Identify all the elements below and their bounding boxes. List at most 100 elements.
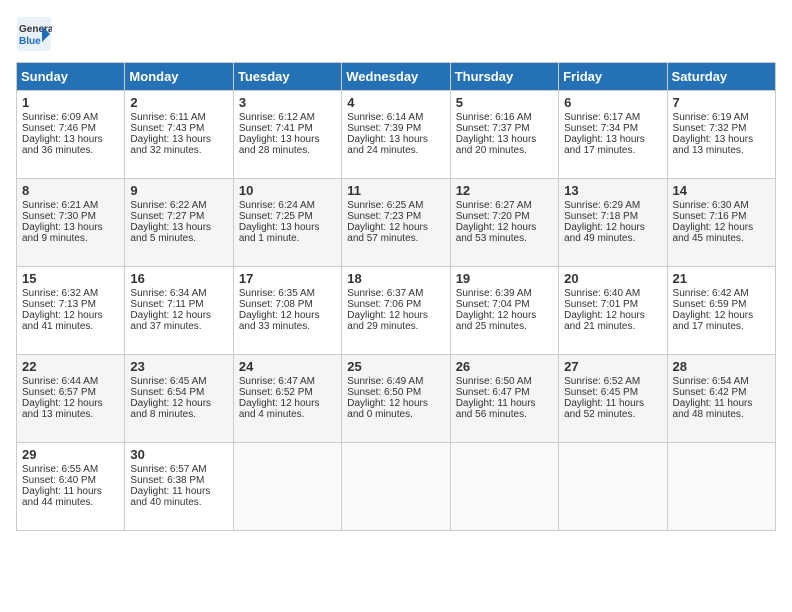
day-number: 4 xyxy=(347,95,444,110)
day-number: 27 xyxy=(564,359,661,374)
col-header-friday: Friday xyxy=(559,63,667,91)
sunrise-line: Sunrise: 6:37 AM xyxy=(347,288,444,299)
calendar-table: SundayMondayTuesdayWednesdayThursdayFrid… xyxy=(16,62,776,531)
daylight-line: Daylight: 13 hours xyxy=(130,134,227,145)
calendar-cell: 26Sunrise: 6:50 AMSunset: 6:47 PMDayligh… xyxy=(450,355,558,443)
daylight-line: Daylight: 11 hours xyxy=(564,398,661,409)
daylight-line: and 13 minutes. xyxy=(22,409,119,420)
svg-text:Blue: Blue xyxy=(19,36,41,47)
calendar-cell: 4Sunrise: 6:14 AMSunset: 7:39 PMDaylight… xyxy=(342,91,450,179)
week-row-2: 8Sunrise: 6:21 AMSunset: 7:30 PMDaylight… xyxy=(17,179,776,267)
sunset-line: Sunset: 6:50 PM xyxy=(347,387,444,398)
daylight-line: and 24 minutes. xyxy=(347,145,444,156)
daylight-line: and 20 minutes. xyxy=(456,145,553,156)
sunrise-line: Sunrise: 6:30 AM xyxy=(673,200,770,211)
col-header-monday: Monday xyxy=(125,63,233,91)
day-number: 3 xyxy=(239,95,336,110)
daylight-line: and 52 minutes. xyxy=(564,409,661,420)
calendar-cell: 21Sunrise: 6:42 AMSunset: 6:59 PMDayligh… xyxy=(667,267,775,355)
sunset-line: Sunset: 7:25 PM xyxy=(239,211,336,222)
daylight-line: Daylight: 13 hours xyxy=(130,222,227,233)
sunrise-line: Sunrise: 6:54 AM xyxy=(673,376,770,387)
day-number: 5 xyxy=(456,95,553,110)
calendar-cell: 12Sunrise: 6:27 AMSunset: 7:20 PMDayligh… xyxy=(450,179,558,267)
sunset-line: Sunset: 6:59 PM xyxy=(673,299,770,310)
sunset-line: Sunset: 7:41 PM xyxy=(239,123,336,134)
sunset-line: Sunset: 7:18 PM xyxy=(564,211,661,222)
sunrise-line: Sunrise: 6:11 AM xyxy=(130,112,227,123)
day-number: 22 xyxy=(22,359,119,374)
daylight-line: Daylight: 13 hours xyxy=(22,134,119,145)
day-number: 23 xyxy=(130,359,227,374)
calendar-cell xyxy=(667,443,775,531)
calendar-cell: 15Sunrise: 6:32 AMSunset: 7:13 PMDayligh… xyxy=(17,267,125,355)
sunset-line: Sunset: 7:20 PM xyxy=(456,211,553,222)
sunrise-line: Sunrise: 6:32 AM xyxy=(22,288,119,299)
daylight-line: Daylight: 12 hours xyxy=(564,310,661,321)
calendar-cell: 9Sunrise: 6:22 AMSunset: 7:27 PMDaylight… xyxy=(125,179,233,267)
day-number: 11 xyxy=(347,183,444,198)
sunrise-line: Sunrise: 6:55 AM xyxy=(22,464,119,475)
calendar-cell: 23Sunrise: 6:45 AMSunset: 6:54 PMDayligh… xyxy=(125,355,233,443)
calendar-cell xyxy=(233,443,341,531)
sunset-line: Sunset: 7:37 PM xyxy=(456,123,553,134)
sunrise-line: Sunrise: 6:14 AM xyxy=(347,112,444,123)
sunset-line: Sunset: 7:13 PM xyxy=(22,299,119,310)
sunrise-line: Sunrise: 6:12 AM xyxy=(239,112,336,123)
sunset-line: Sunset: 7:34 PM xyxy=(564,123,661,134)
daylight-line: and 36 minutes. xyxy=(22,145,119,156)
daylight-line: and 25 minutes. xyxy=(456,321,553,332)
day-number: 15 xyxy=(22,271,119,286)
sunrise-line: Sunrise: 6:16 AM xyxy=(456,112,553,123)
day-number: 28 xyxy=(673,359,770,374)
calendar-cell: 17Sunrise: 6:35 AMSunset: 7:08 PMDayligh… xyxy=(233,267,341,355)
sunset-line: Sunset: 7:16 PM xyxy=(673,211,770,222)
calendar-cell: 14Sunrise: 6:30 AMSunset: 7:16 PMDayligh… xyxy=(667,179,775,267)
sunrise-line: Sunrise: 6:29 AM xyxy=(564,200,661,211)
daylight-line: and 9 minutes. xyxy=(22,233,119,244)
logo: GeneralBlue xyxy=(16,16,52,52)
day-number: 8 xyxy=(22,183,119,198)
daylight-line: Daylight: 12 hours xyxy=(130,310,227,321)
daylight-line: and 0 minutes. xyxy=(347,409,444,420)
daylight-line: and 45 minutes. xyxy=(673,233,770,244)
daylight-line: and 8 minutes. xyxy=(130,409,227,420)
sunrise-line: Sunrise: 6:47 AM xyxy=(239,376,336,387)
day-number: 13 xyxy=(564,183,661,198)
daylight-line: Daylight: 13 hours xyxy=(456,134,553,145)
sunrise-line: Sunrise: 6:17 AM xyxy=(564,112,661,123)
calendar-cell: 18Sunrise: 6:37 AMSunset: 7:06 PMDayligh… xyxy=(342,267,450,355)
day-number: 25 xyxy=(347,359,444,374)
daylight-line: Daylight: 11 hours xyxy=(22,486,119,497)
day-number: 16 xyxy=(130,271,227,286)
sunset-line: Sunset: 6:40 PM xyxy=(22,475,119,486)
day-number: 10 xyxy=(239,183,336,198)
sunset-line: Sunset: 6:47 PM xyxy=(456,387,553,398)
daylight-line: and 29 minutes. xyxy=(347,321,444,332)
calendar-cell: 5 Sunrise: 6:16 AMSunset: 7:37 PMDaylight… xyxy=(450,91,558,179)
sunset-line: Sunset: 6:45 PM xyxy=(564,387,661,398)
calendar-cell xyxy=(559,443,667,531)
daylight-line: Daylight: 12 hours xyxy=(347,398,444,409)
calendar-cell: 28Sunrise: 6:54 AMSunset: 6:42 PMDayligh… xyxy=(667,355,775,443)
calendar-cell: 19Sunrise: 6:39 AMSunset: 7:04 PMDayligh… xyxy=(450,267,558,355)
daylight-line: Daylight: 12 hours xyxy=(673,310,770,321)
day-number: 12 xyxy=(456,183,553,198)
sunset-line: Sunset: 7:27 PM xyxy=(130,211,227,222)
calendar-cell: 29Sunrise: 6:55 AMSunset: 6:40 PMDayligh… xyxy=(17,443,125,531)
page-header: GeneralBlue xyxy=(16,16,776,52)
sunset-line: Sunset: 6:54 PM xyxy=(130,387,227,398)
sunrise-line: Sunrise: 6:57 AM xyxy=(130,464,227,475)
daylight-line: and 56 minutes. xyxy=(456,409,553,420)
calendar-cell: 16Sunrise: 6:34 AMSunset: 7:11 PMDayligh… xyxy=(125,267,233,355)
calendar-cell: 6Sunrise: 6:17 AMSunset: 7:34 PMDaylight… xyxy=(559,91,667,179)
sunrise-line: Sunrise: 6:27 AM xyxy=(456,200,553,211)
day-number: 24 xyxy=(239,359,336,374)
day-number: 7 xyxy=(673,95,770,110)
calendar-cell: 11Sunrise: 6:25 AMSunset: 7:23 PMDayligh… xyxy=(342,179,450,267)
daylight-line: Daylight: 13 hours xyxy=(347,134,444,145)
sunrise-line: Sunrise: 6:09 AM xyxy=(22,112,119,123)
sunrise-line: Sunrise: 6:45 AM xyxy=(130,376,227,387)
daylight-line: and 49 minutes. xyxy=(564,233,661,244)
calendar-cell: 2Sunrise: 6:11 AMSunset: 7:43 PMDaylight… xyxy=(125,91,233,179)
